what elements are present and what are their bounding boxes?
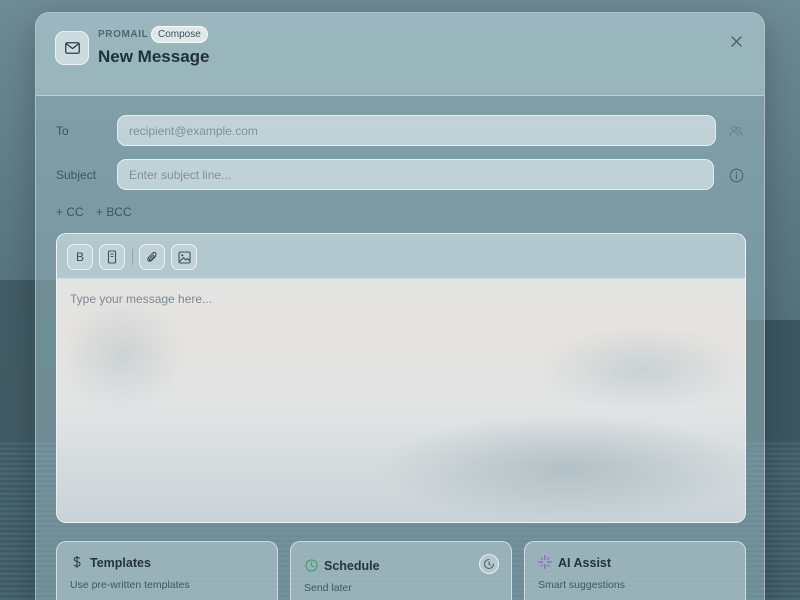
mail-icon (55, 31, 89, 65)
message-editor: B (56, 233, 746, 523)
image-icon (177, 250, 191, 264)
compose-header: PROMAIL Compose New Message (36, 13, 764, 96)
info-icon (729, 168, 743, 182)
card-subtitle: Send later (304, 582, 352, 594)
insert-image-button[interactable] (171, 244, 197, 270)
bold-icon: B (75, 250, 84, 264)
to-label: To (56, 124, 69, 138)
contacts-icon (729, 125, 743, 137)
subject-info-button[interactable] (726, 165, 746, 185)
timer-button[interactable] (479, 554, 499, 574)
card-title: AI Assist (558, 556, 612, 570)
ai-assist-card[interactable]: AI Assist Smart suggestions (524, 541, 746, 600)
brand-label: PROMAIL (98, 29, 149, 40)
add-cc-link[interactable]: + CC (56, 205, 84, 219)
schedule-card[interactable]: Schedule Send later (290, 541, 512, 600)
subject-input[interactable] (117, 159, 714, 190)
to-input[interactable] (117, 115, 716, 146)
add-bcc-link[interactable]: + BCC (96, 205, 132, 219)
dollar-icon (70, 555, 84, 569)
code-block-button[interactable] (99, 244, 125, 270)
mode-badge: Compose (151, 26, 208, 43)
sparkle-icon (538, 555, 552, 569)
card-subtitle: Smart suggestions (538, 579, 625, 591)
contacts-button[interactable] (726, 121, 746, 141)
toolbar-divider (132, 249, 133, 265)
paperclip-icon (146, 251, 157, 262)
code-block-icon (107, 250, 117, 264)
card-subtitle: Use pre-written templates (70, 579, 190, 591)
format-toolbar: B (57, 234, 745, 279)
close-button[interactable] (726, 31, 746, 51)
timer-icon (483, 558, 495, 570)
templates-card[interactable]: Templates Use pre-written templates (56, 541, 278, 600)
message-body-input[interactable] (57, 279, 745, 522)
compose-window: PROMAIL Compose New Message To Subject +… (35, 12, 765, 600)
card-title: Templates (90, 556, 151, 570)
attach-file-button[interactable] (139, 244, 165, 270)
close-icon (730, 35, 742, 47)
card-title: Schedule (324, 559, 380, 573)
bold-button[interactable]: B (67, 244, 93, 270)
page-title: New Message (98, 47, 210, 66)
clock-icon (304, 558, 318, 572)
subject-label: Subject (56, 168, 97, 182)
